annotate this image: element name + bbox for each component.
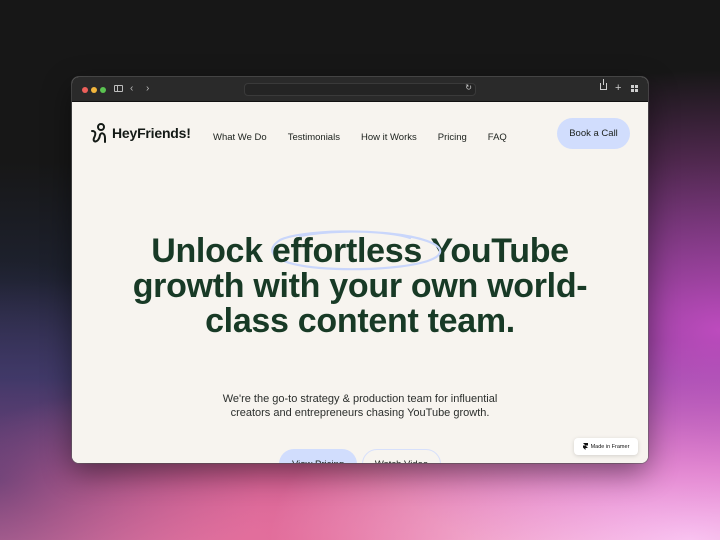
tab-overview-icon[interactable] bbox=[631, 85, 638, 92]
subtitle-line2: creators and entrepreneurs chasing YouTu… bbox=[230, 407, 490, 419]
view-pricing-button[interactable]: View Pricing bbox=[279, 449, 357, 463]
made-in-framer-badge[interactable]: Made in Framer bbox=[574, 438, 638, 455]
logo[interactable]: HeyFriends! bbox=[90, 122, 191, 144]
forward-icon[interactable]: › bbox=[146, 83, 149, 95]
browser-toolbar: ‹ › ↻ + bbox=[72, 77, 648, 102]
browser-window: ‹ › ↻ + HeyFriends! What We Do Testimoni… bbox=[72, 77, 648, 463]
address-bar[interactable]: ↻ bbox=[244, 83, 476, 96]
nav-testimonials[interactable]: Testimonials bbox=[288, 132, 340, 143]
main-nav: What We Do Testimonials How it Works Pri… bbox=[213, 132, 507, 143]
maximize-window-button[interactable] bbox=[100, 87, 106, 93]
share-icon[interactable] bbox=[600, 79, 607, 90]
book-a-call-button[interactable]: Book a Call bbox=[557, 118, 630, 149]
nav-pricing[interactable]: Pricing bbox=[438, 132, 467, 143]
nav-how-it-works[interactable]: How it Works bbox=[361, 132, 417, 143]
nav-what-we-do[interactable]: What We Do bbox=[213, 132, 267, 143]
subtitle-line1: We're the go-to strategy & production te… bbox=[222, 393, 498, 405]
back-icon[interactable]: ‹ bbox=[130, 83, 133, 95]
hero-line1-before: Unlock bbox=[151, 232, 272, 270]
close-window-button[interactable] bbox=[82, 87, 88, 93]
hero-heading: Unlock effortless YouTube growth with yo… bbox=[72, 230, 648, 340]
framer-logo-icon bbox=[582, 443, 588, 450]
web-page: HeyFriends! What We Do Testimonials How … bbox=[72, 102, 648, 463]
reload-icon[interactable]: ↻ bbox=[465, 83, 472, 92]
logo-text: HeyFriends! bbox=[112, 125, 191, 141]
hero-highlight: effortless bbox=[271, 230, 442, 271]
hero-subtitle: We're the go-to strategy & production te… bbox=[72, 392, 648, 420]
new-tab-icon[interactable]: + bbox=[615, 82, 621, 94]
logo-person-icon bbox=[91, 123, 106, 143]
minimize-window-button[interactable] bbox=[91, 87, 97, 93]
nav-faq[interactable]: FAQ bbox=[488, 132, 507, 143]
badge-text: Made in Framer bbox=[590, 443, 630, 450]
hero-line1-after: YouTube bbox=[421, 232, 570, 270]
watch-video-button[interactable]: Watch Video bbox=[362, 449, 441, 463]
hero-line3: class content team. bbox=[205, 302, 515, 340]
hero-line2: growth with your own world- bbox=[132, 267, 588, 305]
hero-highlight-word: effortless bbox=[271, 232, 422, 270]
sidebar-toggle-icon[interactable] bbox=[114, 85, 123, 92]
